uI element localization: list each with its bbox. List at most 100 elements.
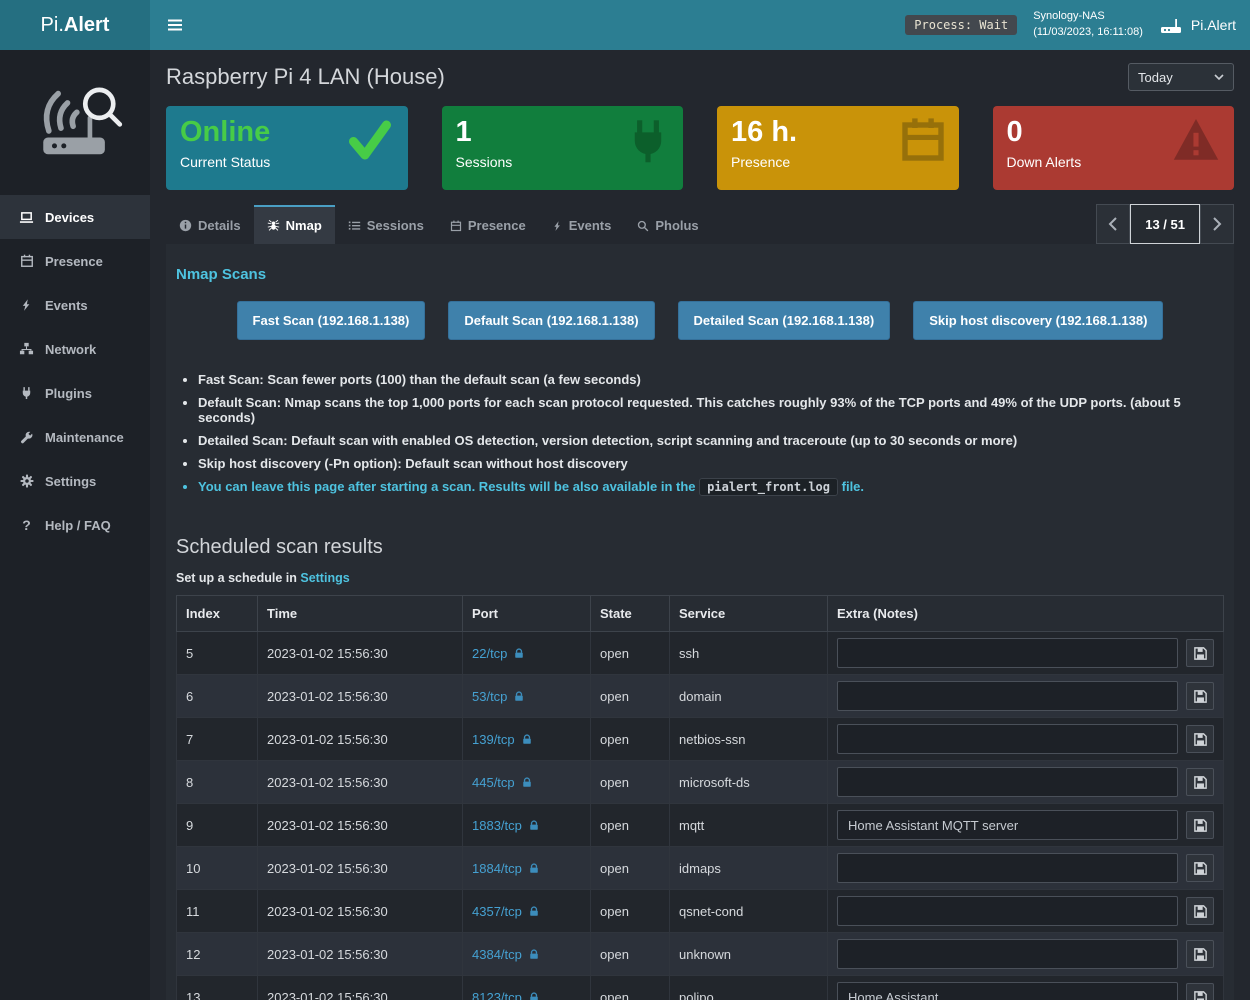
save-note-button[interactable] [1186,811,1214,839]
sidebar-item-settings[interactable]: Settings [0,459,150,503]
port-link[interactable]: 22/tcp [472,646,507,661]
detailed-scan-button[interactable]: Detailed Scan (192.168.1.138) [678,301,891,340]
row-index: 9 [177,804,258,847]
row-index: 12 [177,933,258,976]
sidebar-menu: Devices Presence Events Network Plugins … [0,195,150,547]
bolt-icon [18,298,35,312]
note-input[interactable] [837,896,1178,926]
tab-events[interactable]: Events [539,205,625,244]
row-service: mqtt [670,804,828,847]
app-logo[interactable]: Pi.Alert [0,0,150,50]
tab-label: Presence [468,218,526,233]
save-note-button[interactable] [1186,897,1214,925]
row-time: 2023-01-02 15:56:30 [258,804,463,847]
port-link[interactable]: 1884/tcp [472,861,522,876]
port-link[interactable]: 4384/tcp [472,947,522,962]
save-note-button[interactable] [1186,725,1214,753]
port-link[interactable]: 53/tcp [472,689,507,704]
fast-scan-button[interactable]: Fast Scan (192.168.1.138) [237,301,426,340]
row-state: open [591,718,670,761]
tab-details[interactable]: Details [166,205,254,244]
save-icon [1193,732,1208,747]
note-input[interactable] [837,853,1178,883]
card-current-status: Online Current Status [166,106,408,190]
save-icon [1193,904,1208,919]
bolt-icon [552,220,563,232]
row-service: idmaps [670,847,828,890]
router-icon [1159,15,1183,35]
main-content: Raspberry Pi 4 LAN (House) Today Online … [150,50,1250,1000]
tab-sessions[interactable]: Sessions [335,205,437,244]
save-note-button[interactable] [1186,639,1214,667]
port-link[interactable]: 139/tcp [472,732,515,747]
row-time: 2023-01-02 15:56:30 [258,890,463,933]
sidebar-item-maintenance[interactable]: Maintenance [0,415,150,459]
note-input[interactable] [837,638,1178,668]
save-note-button[interactable] [1186,768,1214,796]
note-input[interactable] [837,681,1178,711]
pialert-logo-graphic [0,50,150,195]
scan-descriptions: Fast Scan: Scan fewer ports (100) than t… [176,372,1224,494]
table-row: 7 2023-01-02 15:56:30 139/tcp open netbi… [177,718,1224,761]
sidebar-item-network[interactable]: Network [0,327,150,371]
row-service: netbios-ssn [670,718,828,761]
sidebar-item-devices[interactable]: Devices [0,195,150,239]
sidebar-item-plugins[interactable]: Plugins [0,371,150,415]
row-state: open [591,976,670,1000]
save-note-button[interactable] [1186,983,1214,1000]
sidebar-item-label: Maintenance [45,430,124,445]
prev-device-button[interactable] [1096,204,1130,244]
table-row: 5 2023-01-02 15:56:30 22/tcp open ssh [177,632,1224,675]
row-service: microsoft-ds [670,761,828,804]
device-pager-count[interactable]: 13 / 51 [1130,204,1200,244]
port-link[interactable]: 1883/tcp [472,818,522,833]
next-device-button[interactable] [1200,204,1234,244]
row-index: 7 [177,718,258,761]
port-link[interactable]: 4357/tcp [472,904,522,919]
note-input[interactable] [837,724,1178,754]
page-title: Raspberry Pi 4 LAN (House) [166,64,445,90]
sidebar-item-label: Settings [45,474,96,489]
sidebar-item-events[interactable]: Events [0,283,150,327]
sidebar-item-presence[interactable]: Presence [0,239,150,283]
device-tabs-row: Details Nmap Sessions Presence Events Ph… [166,204,1234,244]
row-state: open [591,675,670,718]
lock-icon [528,948,540,961]
port-link[interactable]: 445/tcp [472,775,515,790]
row-index: 13 [177,976,258,1000]
row-index: 11 [177,890,258,933]
tab-label: Sessions [367,218,424,233]
user-menu[interactable]: Pi.Alert [1159,15,1236,35]
sidebar-item-label: Plugins [45,386,92,401]
port-link[interactable]: 8123/tcp [472,990,522,1000]
lock-icon [521,776,533,789]
note-input[interactable] [837,767,1178,797]
log-note-suffix: file. [842,479,864,494]
save-note-button[interactable] [1186,854,1214,882]
sidebar-toggle-button[interactable] [150,0,200,50]
summary-cards: Online Current Status 1 Sessions 16 h. P… [166,106,1234,190]
tab-pholus[interactable]: Pholus [624,205,711,244]
default-scan-button[interactable]: Default Scan (192.168.1.138) [448,301,654,340]
scheduled-results-heading: Scheduled scan results [176,536,1224,559]
note-input[interactable] [837,939,1178,969]
nmap-scans-heading: Nmap Scans [176,266,1224,283]
col-time: Time [258,596,463,632]
tab-presence[interactable]: Presence [437,205,539,244]
sidebar-item-label: Events [45,298,88,313]
period-select[interactable]: Today [1128,63,1234,91]
save-note-button[interactable] [1186,940,1214,968]
settings-link[interactable]: Settings [300,571,349,585]
sidebar-item-label: Network [45,342,96,357]
note-input[interactable] [837,810,1178,840]
save-icon [1193,646,1208,661]
skip-host-discovery-button[interactable]: Skip host discovery (192.168.1.138) [913,301,1163,340]
save-note-button[interactable] [1186,682,1214,710]
table-row: 6 2023-01-02 15:56:30 53/tcp open domain [177,675,1224,718]
row-state: open [591,761,670,804]
tab-nmap[interactable]: Nmap [254,205,335,244]
note-input[interactable] [837,982,1178,1000]
scan-buttons: Fast Scan (192.168.1.138) Default Scan (… [176,301,1224,340]
sidebar-item-help[interactable]: ? Help / FAQ [0,503,150,547]
save-icon [1193,689,1208,704]
